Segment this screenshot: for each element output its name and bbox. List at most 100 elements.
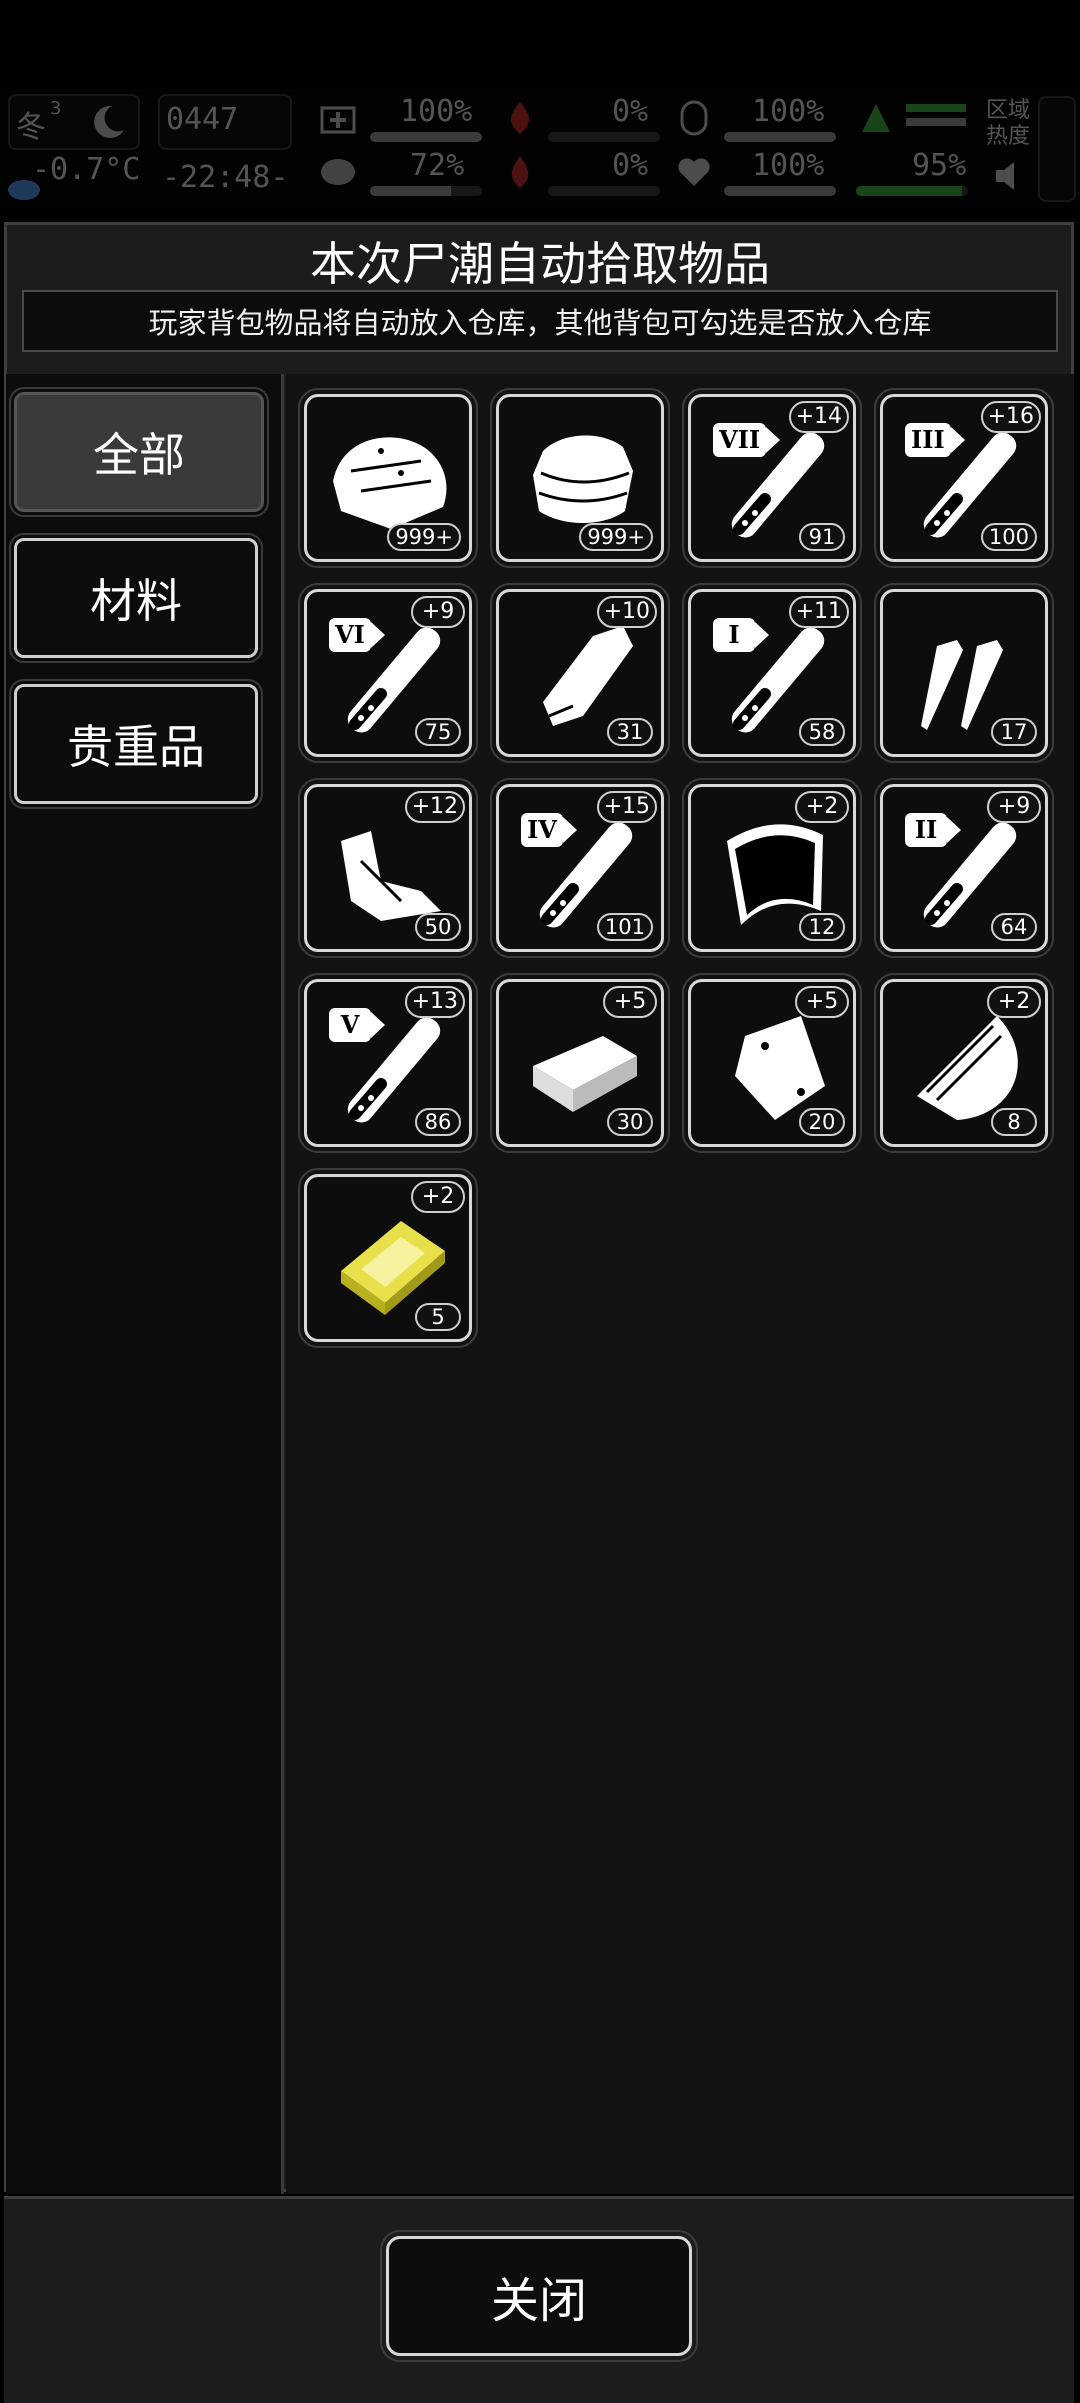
item-count: 58 [799,718,845,746]
bonus-badge: +9 [987,791,1041,823]
bonus-badge: +11 [788,596,849,628]
radiation-value: 95% [912,148,967,183]
tier-badge: I [713,618,769,652]
item-slot[interactable]: IV +15 101 [490,778,670,958]
item-slot[interactable]: +2 8 [874,973,1054,1153]
bonus-badge: +5 [603,986,657,1018]
radiation-bar [856,186,968,196]
tab-all-label: 全部 [93,428,185,482]
drop-value: 0% [612,148,649,183]
item-slot[interactable]: +10 31 [490,583,670,763]
tab-valuables[interactable]: 贵重品 [9,679,263,809]
item-count: 20 [799,1108,845,1136]
blood-bar [548,132,660,142]
bonus-badge: +16 [980,401,1041,433]
item-count: 75 [415,718,461,746]
item-slot[interactable]: +12 50 [298,778,478,958]
bonus-badge: +12 [404,791,465,823]
capsule-value: 100% [752,94,825,129]
bonus-badge: +2 [411,1181,465,1213]
tab-materials-label: 材料 [90,574,182,628]
item-count: 64 [991,913,1037,941]
bonus-badge: +9 [411,596,465,628]
drop-bar [548,186,660,196]
item-count: 31 [607,718,653,746]
tier-badge: III [905,423,965,457]
heart-bar [724,186,836,196]
item-count: 999+ [387,523,461,551]
temperature: -0.7°C [32,152,141,187]
item-count: 100 [980,523,1037,551]
moon-icon [94,105,124,138]
blood-value: 0% [612,94,649,129]
bonus-badge: +5 [795,986,849,1018]
bonus-badge: +10 [596,596,657,628]
item-slot[interactable]: +2 5 [298,1168,478,1348]
day-counter-box: 0447 [158,94,292,150]
item-slot[interactable]: III +16 100 [874,388,1054,568]
heart-icon [678,158,710,186]
item-slot[interactable]: VI +9 75 [298,583,478,763]
bonus-badge: +14 [788,401,849,433]
zone-heat-meter [1038,96,1076,202]
item-count: 86 [415,1108,461,1136]
item-count: 17 [991,718,1037,746]
green-level-line [906,104,966,112]
item-slot[interactable]: 999+ [298,388,478,568]
item-slot[interactable]: +5 30 [490,973,670,1153]
blood-icon [510,102,530,134]
bonus-badge: +2 [987,986,1041,1018]
weather-icon [8,180,40,200]
panel-title: 本次尸潮自动拾取物品 [310,237,770,291]
brain-icon [321,159,355,185]
tab-valuables-label: 贵重品 [67,720,205,774]
day-counter: 0447 [166,102,239,137]
item-count: 50 [415,913,461,941]
item-slot[interactable]: +5 20 [682,973,862,1153]
drop-icon [511,156,529,188]
medkit-bar [370,132,482,142]
heart-value: 100% [752,148,825,183]
item-count: 12 [799,913,845,941]
zone-label-2: 热度 [986,124,1031,149]
tab-all[interactable]: 全部 [9,387,269,517]
speaker-icon[interactable] [990,156,1030,196]
medkit-icon [320,106,356,134]
capsule-bar [724,132,836,142]
zone-label-1: 区域 [986,98,1031,123]
season-box: 冬 3 [8,94,140,150]
tier-badge: II [905,813,961,847]
panel-subtitle: 玩家背包物品将自动放入仓库，其他背包可勾选是否放入仓库 [148,306,932,340]
brain-bar [370,186,482,196]
item-slot[interactable]: V +13 86 [298,973,478,1153]
tier-badge: VII [713,423,781,457]
tab-materials[interactable]: 材料 [9,533,263,663]
season-label: 冬 [16,110,46,145]
item-count: 5 [415,1303,461,1331]
item-slot[interactable]: +2 12 [682,778,862,958]
item-count: 30 [607,1108,653,1136]
item-slot[interactable]: II +9 64 [874,778,1054,958]
brain-value: 72% [410,148,465,183]
item-slot[interactable]: 17 [874,583,1054,763]
grey-level-line [906,118,966,126]
item-slot[interactable]: VII +14 91 [682,388,862,568]
tier-badge: V [329,1008,385,1042]
bonus-badge: +2 [795,791,849,823]
item-count: 8 [991,1108,1037,1136]
status-hud: 冬 3 0447 -0.7°C -22:48- 100% 72% 0% 0% 1… [0,90,1080,208]
item-slot[interactable]: I +11 58 [682,583,862,763]
item-count: 91 [799,523,845,551]
item-slot[interactable]: 999+ [490,388,670,568]
capsule-icon [680,100,708,136]
tier-badge: IV [521,813,577,847]
item-count: 999+ [579,523,653,551]
bonus-badge: +13 [404,986,465,1018]
close-button-label: 关闭 [490,2273,587,2329]
close-button[interactable]: 关闭 [380,2230,698,2362]
medkit-value: 100% [400,94,473,129]
tier-badge: VI [329,618,385,652]
season-sup: 3 [50,98,62,119]
bonus-badge: +15 [596,791,657,823]
radiation-icon [862,104,890,132]
